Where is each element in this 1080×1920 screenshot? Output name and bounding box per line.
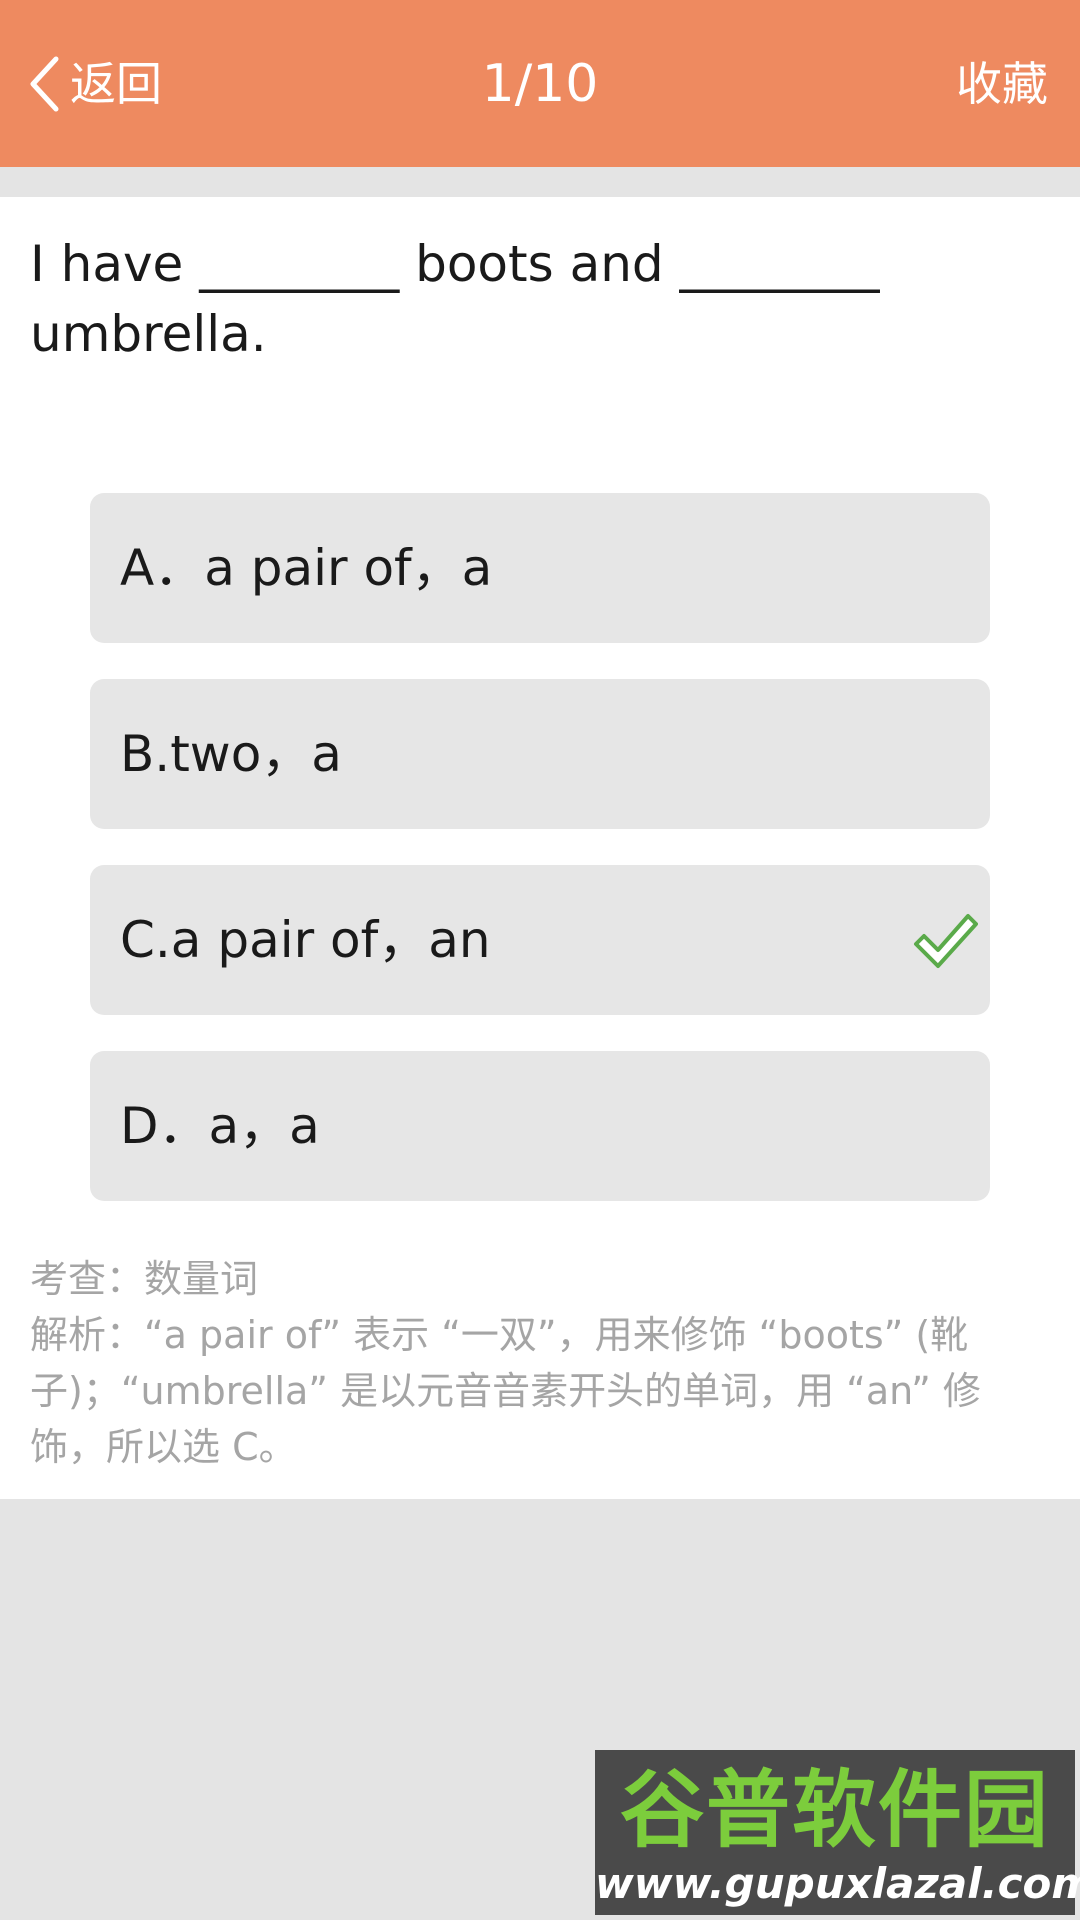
watermark-url: www.gupuxlazal.com bbox=[595, 1859, 1080, 1908]
option-d-label: D．a，a bbox=[120, 1097, 320, 1155]
option-a-label: A．a pair of，a bbox=[120, 539, 493, 597]
option-b[interactable]: B.two，a bbox=[90, 679, 990, 829]
option-d[interactable]: D．a，a bbox=[90, 1051, 990, 1201]
favorite-button[interactable]: 收藏 bbox=[956, 52, 1048, 116]
option-c-label: C.a pair of，an bbox=[120, 911, 491, 969]
question-text: I have ________ boots and ________ umbre… bbox=[30, 229, 1030, 369]
checkmark-icon bbox=[912, 910, 978, 974]
question-line-2: umbrella. bbox=[30, 305, 267, 363]
explanation-block: 考查：数量词 解析：“a pair of” 表示 “一双”，用来修饰 “boot… bbox=[30, 1251, 1050, 1475]
question-progress: 1/10 bbox=[481, 54, 599, 114]
option-b-label: B.two，a bbox=[120, 725, 342, 783]
question-line-1: I have ________ boots and ________ bbox=[30, 235, 880, 293]
explanation-line-1: 解析：“a pair of” 表示 “一双”，用来修饰 “boots” (靴 bbox=[30, 1313, 969, 1357]
top-bar: 返回 1/10 收藏 bbox=[0, 0, 1080, 167]
watermark-logo: 谷普软件园 www.gupuxlazal.com bbox=[595, 1750, 1080, 1915]
option-a[interactable]: A．a pair of，a bbox=[90, 493, 990, 643]
option-c[interactable]: C.a pair of，an bbox=[90, 865, 990, 1015]
explanation-topic: 考查：数量词 bbox=[30, 1257, 259, 1301]
explanation-line-2: 子)；“umbrella” 是以元音音素开头的单词，用 “an” 修 bbox=[30, 1369, 981, 1413]
watermark-title: 谷普软件园 bbox=[619, 1761, 1050, 1859]
explanation-line-3: 饰，所以选 C。 bbox=[30, 1425, 297, 1469]
